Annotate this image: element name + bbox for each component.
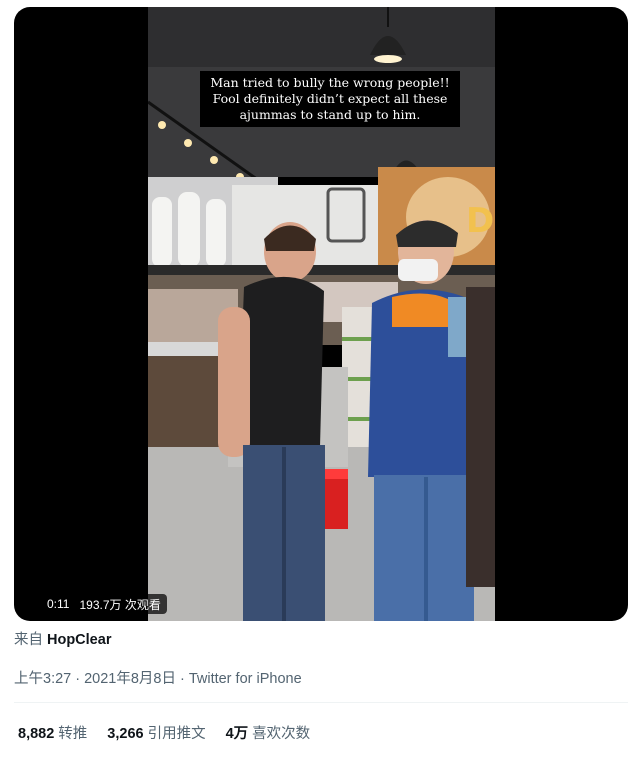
tweet-source: 来自 HopClear	[14, 628, 111, 649]
source-author-link[interactable]: HopClear	[47, 632, 111, 648]
video-duration-views-badge: 0:11 193.7万 次观看	[41, 594, 167, 614]
likes-stat[interactable]: 4万 喜欢次数	[226, 722, 311, 743]
svg-text:Da: Da	[466, 201, 495, 241]
tweet-client: Twitter for iPhone	[188, 671, 302, 687]
separator-dot: ·	[179, 671, 185, 687]
retweets-count: 8,882	[18, 726, 55, 742]
source-prefix: 来自	[14, 632, 43, 648]
caption-line: Man tried to bully the wrong people!!	[210, 75, 450, 90]
likes-label: 喜欢次数	[252, 726, 311, 742]
caption-line: Fool definitely didn’t expect all these	[212, 91, 448, 106]
video-duration: 0:11	[47, 597, 70, 611]
tweet-stats-row: 8,882 转推 3,266 引用推文 4万 喜欢次数	[18, 722, 310, 743]
tweet-time-link[interactable]: 上午3:27	[14, 671, 71, 687]
tweet-date-link[interactable]: 2021年8月8日	[84, 671, 176, 687]
likes-count: 4万	[225, 726, 249, 742]
retweets-stat[interactable]: 8,882 转推	[18, 722, 87, 743]
quote-tweets-stat[interactable]: 3,266 引用推文	[107, 722, 205, 743]
video-caption: Man tried to bully the wrong people!! Fo…	[200, 71, 460, 127]
separator-dot: ·	[75, 671, 81, 687]
retweets-label: 转推	[58, 726, 88, 742]
quote-tweets-count: 3,266	[107, 726, 144, 742]
divider	[14, 702, 628, 703]
quote-tweets-label: 引用推文	[147, 726, 206, 742]
tweet-timestamp-row: 上午3:27 · 2021年8月8日 · Twitter for iPhone	[14, 667, 302, 688]
video-view-count: 193.7万 次观看	[79, 597, 161, 612]
video-player[interactable]: Da	[14, 7, 628, 621]
caption-line: ajummas to stand up to him.	[239, 107, 421, 122]
